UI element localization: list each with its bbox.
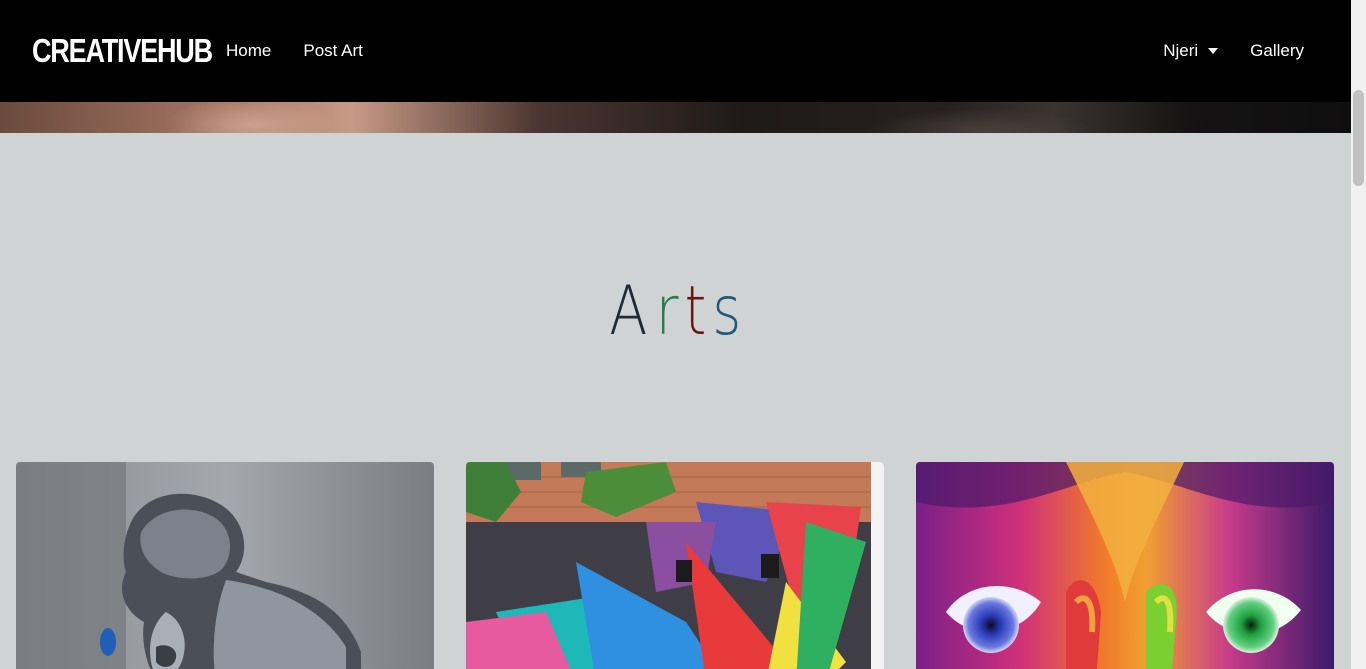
top-navbar: CREATIVEHUB Home Post Art Njeri Gallery bbox=[0, 0, 1351, 102]
user-menu-label: Njeri bbox=[1163, 41, 1199, 60]
arts-heading: Arts bbox=[0, 272, 1351, 351]
nav-right: Njeri Gallery bbox=[1163, 41, 1319, 61]
art-card-street-boy[interactable] bbox=[16, 462, 434, 669]
nav-post-art-link[interactable]: Post Art bbox=[303, 41, 363, 61]
heading-letter: A bbox=[609, 272, 649, 351]
nav-home-link[interactable]: Home bbox=[226, 41, 271, 61]
street-art-boy-image bbox=[16, 462, 434, 669]
heading-letter: r bbox=[655, 272, 680, 351]
nav-links: Home Post Art bbox=[226, 41, 363, 61]
page-scrollbar[interactable] bbox=[1351, 0, 1366, 669]
brand-logo[interactable]: CREATIVEHUB bbox=[32, 32, 213, 70]
heading-letter: t bbox=[684, 272, 707, 351]
heading-letter: s bbox=[712, 272, 743, 351]
rainbow-eyes-image bbox=[916, 462, 1334, 669]
art-cards-grid bbox=[16, 462, 1334, 669]
art-card-colorful-mural[interactable] bbox=[466, 462, 884, 669]
user-menu-dropdown[interactable]: Njeri bbox=[1163, 41, 1219, 61]
caret-down-icon bbox=[1208, 48, 1219, 54]
scrollbar-thumb[interactable] bbox=[1353, 90, 1364, 186]
colorful-mural-image bbox=[466, 462, 884, 669]
art-card-rainbow-eyes[interactable] bbox=[916, 462, 1334, 669]
nav-gallery-link[interactable]: Gallery bbox=[1250, 41, 1304, 61]
